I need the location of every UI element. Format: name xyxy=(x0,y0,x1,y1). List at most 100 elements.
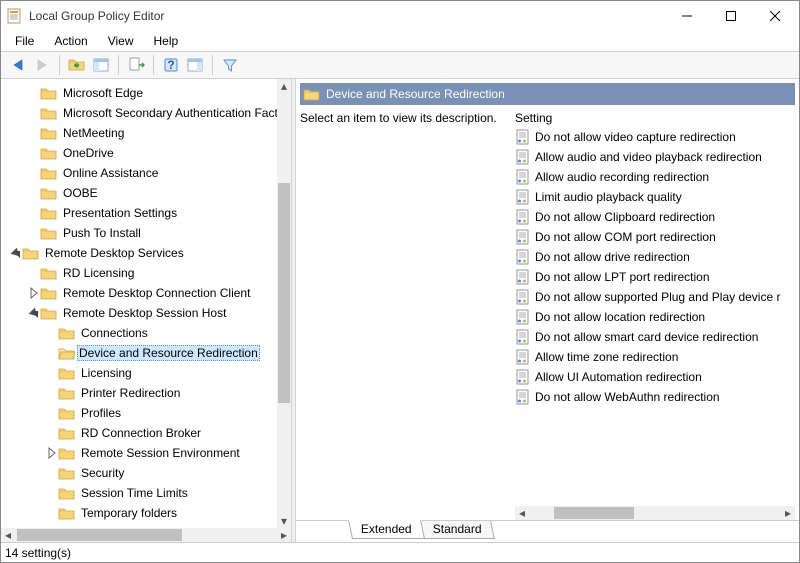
setting-item[interactable]: Allow audio and video playback redirecti… xyxy=(515,147,795,167)
console-tree-button[interactable] xyxy=(90,54,112,76)
forward-button[interactable] xyxy=(31,54,53,76)
tree-vertical-scrollbar[interactable]: ▴ ▾ xyxy=(277,79,291,528)
tree-item[interactable]: OneDrive xyxy=(3,143,275,163)
setting-item[interactable]: Do not allow supported Plug and Play dev… xyxy=(515,287,795,307)
setting-label: Do not allow drive redirection xyxy=(535,250,690,264)
scroll-down-icon[interactable]: ▾ xyxy=(277,514,291,528)
setting-item[interactable]: Do not allow COM port redirection xyxy=(515,227,795,247)
settings-list[interactable]: Do not allow video capture redirectionAl… xyxy=(515,127,795,407)
setting-label: Do not allow smart card device redirecti… xyxy=(535,330,758,344)
tree-item[interactable]: Connections xyxy=(3,323,275,343)
menu-view[interactable]: View xyxy=(98,32,144,50)
twisty-open-icon[interactable] xyxy=(9,246,23,260)
minimize-button[interactable] xyxy=(665,2,709,30)
twisty-none xyxy=(45,466,59,480)
scroll-right-icon[interactable]: ▸ xyxy=(277,528,291,542)
up-button[interactable] xyxy=(66,54,88,76)
twisty-closed-icon[interactable] xyxy=(45,446,59,460)
folder-icon xyxy=(304,87,320,101)
setting-item[interactable]: Allow time zone redirection xyxy=(515,347,795,367)
folder-icon xyxy=(41,226,57,240)
setting-item[interactable]: Do not allow WebAuthn redirection xyxy=(515,387,795,407)
tree-item-label: Profiles xyxy=(79,405,123,421)
tree-item-label: Online Assistance xyxy=(61,165,160,181)
tree-item[interactable]: Temporary folders xyxy=(3,503,275,523)
tree-item[interactable]: Remote Session Environment xyxy=(3,443,275,463)
menu-action[interactable]: Action xyxy=(44,32,97,50)
scroll-thumb-h[interactable] xyxy=(17,529,182,541)
tree-item[interactable]: Remote Desktop Services xyxy=(3,243,275,263)
tree-horizontal-scrollbar[interactable]: ◂ ▸ xyxy=(1,528,291,542)
setting-item[interactable]: Do not allow LPT port redirection xyxy=(515,267,795,287)
twisty-none xyxy=(27,106,41,120)
twisty-open-icon[interactable] xyxy=(27,306,41,320)
tree-item[interactable]: Profiles xyxy=(3,403,275,423)
tree-item[interactable]: RD Licensing xyxy=(3,263,275,283)
tab-extended[interactable]: Extended xyxy=(348,520,425,539)
close-button[interactable] xyxy=(753,2,797,30)
status-bar: 14 setting(s) xyxy=(1,542,799,562)
menu-help[interactable]: Help xyxy=(144,32,189,50)
policy-icon xyxy=(515,149,531,165)
tree[interactable]: Microsoft EdgeMicrosoft Secondary Authen… xyxy=(1,79,277,525)
help-button[interactable]: ? xyxy=(160,54,182,76)
tree-item[interactable]: Security xyxy=(3,463,275,483)
setting-label: Do not allow supported Plug and Play dev… xyxy=(535,290,780,304)
scroll-left-icon[interactable]: ◂ xyxy=(1,528,15,542)
twisty-none xyxy=(45,386,59,400)
tree-item[interactable]: Session Time Limits xyxy=(3,483,275,503)
tree-item[interactable]: Licensing xyxy=(3,363,275,383)
tree-item-label: Microsoft Secondary Authentication Fact xyxy=(61,105,280,121)
tree-item[interactable]: Microsoft Edge xyxy=(3,83,275,103)
twisty-none xyxy=(45,326,59,340)
policy-icon xyxy=(515,289,531,305)
tree-item[interactable]: Online Assistance xyxy=(3,163,275,183)
tree-item[interactable]: Presentation Settings xyxy=(3,203,275,223)
scroll-left-icon[interactable]: ◂ xyxy=(515,506,529,520)
tree-item[interactable]: Push To Install xyxy=(3,223,275,243)
action-pane-button[interactable] xyxy=(184,54,206,76)
setting-item[interactable]: Do not allow video capture redirection xyxy=(515,127,795,147)
settings-column: Setting Do not allow video capture redir… xyxy=(515,111,795,520)
folder-icon xyxy=(59,506,75,520)
folder-icon xyxy=(59,386,75,400)
tree-item-label: OneDrive xyxy=(61,145,116,161)
settings-header[interactable]: Setting xyxy=(515,111,795,127)
tree-item[interactable]: Microsoft Secondary Authentication Fact xyxy=(3,103,275,123)
settings-horizontal-scrollbar[interactable]: ◂ ▸ xyxy=(515,506,795,520)
setting-item[interactable]: Do not allow smart card device redirecti… xyxy=(515,327,795,347)
maximize-button[interactable] xyxy=(709,2,753,30)
policy-icon xyxy=(515,269,531,285)
setting-item[interactable]: Allow audio recording redirection xyxy=(515,167,795,187)
filter-button[interactable] xyxy=(219,54,241,76)
setting-item[interactable]: Do not allow drive redirection xyxy=(515,247,795,267)
twisty-none xyxy=(27,266,41,280)
tree-item[interactable]: Remote Desktop Connection Client xyxy=(3,283,275,303)
tree-item-label: Device and Resource Redirection xyxy=(77,345,260,361)
tree-item[interactable]: Printer Redirection xyxy=(3,383,275,403)
setting-item[interactable]: Limit audio playback quality xyxy=(515,187,795,207)
policy-icon xyxy=(515,249,531,265)
tree-item[interactable]: NetMeeting xyxy=(3,123,275,143)
export-button[interactable] xyxy=(125,54,147,76)
back-button[interactable] xyxy=(7,54,29,76)
scroll-thumb[interactable] xyxy=(278,183,290,403)
tree-item[interactable]: OOBE xyxy=(3,183,275,203)
tab-standard[interactable]: Standard xyxy=(420,521,495,539)
twisty-closed-icon[interactable] xyxy=(27,286,41,300)
setting-item[interactable]: Do not allow location redirection xyxy=(515,307,795,327)
tree-item[interactable]: Device and Resource Redirection xyxy=(3,343,275,363)
tree-item-label: RD Connection Broker xyxy=(79,425,203,441)
scroll-up-icon[interactable]: ▴ xyxy=(277,79,291,93)
folder-icon xyxy=(23,246,39,260)
setting-item[interactable]: Allow UI Automation redirection xyxy=(515,367,795,387)
tree-item[interactable]: Remote Desktop Session Host xyxy=(3,303,275,323)
scroll-thumb-h[interactable] xyxy=(554,507,634,519)
category-header: Device and Resource Redirection xyxy=(300,83,795,105)
folder-icon xyxy=(41,106,57,120)
menu-file[interactable]: File xyxy=(5,32,44,50)
tree-item[interactable]: RD Connection Broker xyxy=(3,423,275,443)
scroll-right-icon[interactable]: ▸ xyxy=(781,506,795,520)
tree-item-label: Push To Install xyxy=(61,225,143,241)
setting-item[interactable]: Do not allow Clipboard redirection xyxy=(515,207,795,227)
